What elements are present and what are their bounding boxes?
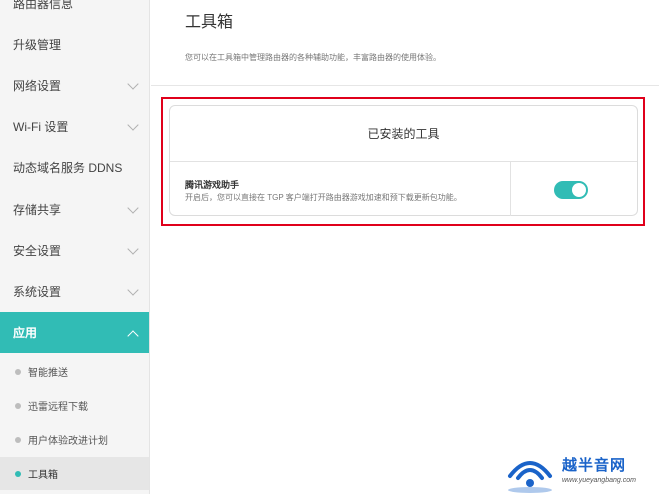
sidebar-subitem-toolbox[interactable]: 工具箱	[0, 457, 149, 490]
sidebar-item-label: 升级管理	[13, 38, 62, 52]
watermark-url: www.yueyangbang.com	[562, 477, 636, 484]
tool-description: 开启后，您可以直接在 TGP 客户端打开路由器游戏加速和预下载更新包功能。	[185, 193, 462, 202]
sidebar-subitem-ux-program[interactable]: 用户体验改进计划	[0, 423, 149, 456]
sidebar-item-router-info[interactable]: 路由器信息	[0, 0, 149, 24]
wifi-logo-icon	[508, 461, 552, 493]
sidebar-subitem-xunlei[interactable]: 迅雷远程下载	[0, 389, 149, 422]
sidebar-item-label: 网络设置	[13, 79, 62, 93]
column-divider	[510, 162, 511, 216]
chevron-down-icon	[127, 283, 139, 296]
chevron-down-icon	[127, 77, 139, 90]
sidebar-item-label: 系统设置	[13, 285, 62, 299]
installed-tools-header: 已安装的工具	[170, 106, 637, 162]
sidebar-subitem-label: 工具箱	[28, 470, 58, 481]
sidebar-subitem-label: 用户体验改进计划	[28, 436, 108, 447]
bullet-icon	[15, 368, 21, 375]
sidebar-item-label: 安全设置	[13, 244, 62, 258]
chevron-down-icon	[127, 242, 139, 255]
sidebar-item-upgrade[interactable]: 升级管理	[0, 24, 149, 65]
page-description: 您可以在工具箱中管理路由器的各种辅助功能，丰富路由器的使用体验。	[185, 53, 441, 62]
watermark: 越半音网 www.yueyangbang.com	[500, 446, 659, 494]
header-divider	[151, 85, 659, 86]
sidebar-subitem-label: 迅雷远程下载	[28, 402, 88, 413]
chevron-down-icon	[127, 201, 139, 214]
sidebar-item-label: 存储共享	[13, 203, 62, 217]
sidebar-item-network[interactable]: 网络设置	[0, 65, 149, 106]
installed-tools-card: 已安装的工具 腾讯游戏助手 开启后，您可以直接在 TGP 客户端打开路由器游戏加…	[169, 105, 638, 216]
sidebar-subitem-label: 智能推送	[28, 368, 68, 379]
sidebar-item-storage[interactable]: 存储共享	[0, 189, 149, 230]
sidebar-subitem-smart-push[interactable]: 智能推送	[0, 355, 149, 388]
sidebar-item-label: 应用	[13, 326, 38, 340]
tool-enable-toggle[interactable]	[554, 181, 588, 199]
sidebar-item-label: 路由器信息	[13, 0, 74, 11]
sidebar-item-system[interactable]: 系统设置	[0, 271, 149, 312]
sidebar-item-security[interactable]: 安全设置	[0, 230, 149, 271]
toggle-knob	[572, 183, 586, 197]
sidebar-item-label: Wi-Fi 设置	[13, 120, 69, 134]
sidebar-item-label: 动态域名服务 DDNS	[13, 161, 123, 175]
sidebar-item-apps[interactable]: 应用	[0, 312, 149, 353]
sidebar-item-ddns[interactable]: 动态域名服务 DDNS	[0, 147, 149, 188]
sidebar-item-wifi[interactable]: Wi-Fi 设置	[0, 106, 149, 147]
bullet-icon	[15, 470, 21, 477]
tool-name: 腾讯游戏助手	[185, 180, 240, 190]
page-title: 工具箱	[185, 14, 234, 31]
bullet-icon	[15, 402, 21, 409]
sidebar: 路由器信息 升级管理 网络设置 Wi-Fi 设置 动态域名服务 DDNS 存储共…	[0, 0, 150, 494]
chevron-down-icon	[127, 118, 139, 131]
watermark-text: 越半音网	[562, 456, 627, 474]
bullet-icon	[15, 436, 21, 443]
chevron-up-icon	[127, 329, 139, 342]
